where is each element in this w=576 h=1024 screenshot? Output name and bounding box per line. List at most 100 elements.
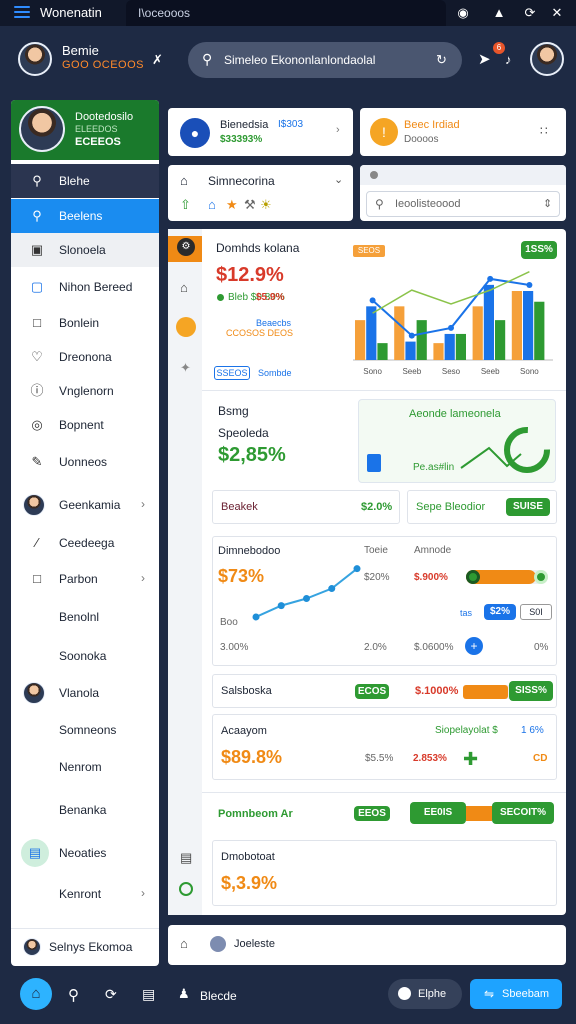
search-nav-icon[interactable]: ⚲ (68, 986, 79, 1004)
bar (472, 306, 483, 360)
trend-tag1-pill[interactable]: $2% (484, 604, 516, 620)
bulb-icon[interactable]: ☀ (260, 197, 272, 213)
goal-card[interactable]: Aeonde lameonela Pe.as#lin (358, 399, 556, 483)
doc-icon: ▢ (30, 279, 44, 294)
sidebar-item[interactable]: ◎ Bopnent (11, 408, 159, 442)
row2-label: Salsboska (221, 685, 272, 697)
sidebar-profile-card[interactable]: Dootedosilo ELEEDOS ECEEOS (11, 100, 159, 160)
alert-card[interactable]: ! Beec Irdiad Doooos ∷ (360, 108, 566, 156)
user-avatar[interactable] (18, 42, 52, 76)
row2-pill2[interactable]: SISS% (509, 681, 553, 701)
bar (523, 291, 534, 360)
row4-pill2[interactable]: EE0IS (410, 802, 466, 824)
calendar-icon[interactable]: ▤ (180, 850, 192, 866)
target-icon: ◎ (31, 417, 43, 432)
image-icon: ▣ (30, 242, 44, 257)
sidebar-item[interactable]: Soonoka (11, 639, 159, 673)
slider-handle-right[interactable] (534, 570, 548, 584)
sidebar-item[interactable]: ▣ Slonoela (11, 233, 159, 267)
sidebar-item-label: Benanka (59, 803, 107, 817)
row5-card[interactable]: Dmobotoat $,3.9% (212, 840, 557, 906)
plus-icon[interactable]: ✚ (463, 749, 478, 770)
row-card-right[interactable]: Sepe Bleodior SUISE (407, 490, 557, 524)
settings-icon[interactable]: ⚙ (177, 238, 195, 256)
sidebar-item[interactable]: ▢ Nihon Bereed (11, 270, 159, 304)
home-icon[interactable]: ▲ (490, 4, 508, 22)
sidebar-item[interactable]: Benanka (11, 793, 159, 827)
sidebar-item[interactable]: □ Parbon › (11, 562, 159, 596)
sidebar-item[interactable]: Benolnl (11, 600, 159, 634)
bell-icon[interactable]: ♪ (505, 52, 512, 67)
sidebar-item-label: Vlanola (59, 686, 100, 700)
overview-chip[interactable]: SSEOS (214, 366, 250, 380)
share-icon[interactable]: ➤ (478, 50, 491, 68)
bottom-button-2[interactable]: ⇋ Sbeebam (470, 979, 562, 1009)
refresh-icon[interactable]: ⟳ (521, 4, 539, 22)
dot-icon (370, 171, 378, 179)
sidebar-item[interactable]: Vlanola (11, 676, 159, 710)
sidebar-item[interactable]: ⚲ Blehe (11, 164, 159, 198)
status-icon[interactable] (179, 882, 193, 896)
home-icon-2[interactable]: ⌂ (208, 197, 216, 212)
trend-point (252, 613, 260, 621)
coin-icon[interactable] (176, 317, 196, 337)
lock-icon[interactable]: ◉ (454, 4, 472, 22)
line-point (526, 282, 533, 288)
row3-card[interactable]: Acaayom $89.8% $5.5% 2.853% Siopelayolat… (212, 714, 557, 780)
search-bar[interactable]: ⚲ Simeleo Ekononlanlondaolal ↻ (188, 42, 462, 78)
sidebar-item[interactable]: ∕ Ceedeega (11, 526, 159, 560)
upload-icon[interactable]: ⇧ (180, 197, 191, 213)
sidebar-item[interactable]: ⚲ Beelens (11, 199, 159, 233)
filter-card[interactable]: ⌂ Simnecorina ⌄ ⇧ ⌂ ★ ⚒ ☀ (168, 165, 353, 221)
row2-pill1[interactable]: ECOS (355, 684, 389, 699)
sidebar-item-label: Blehe (59, 174, 90, 188)
sidebar-item-label: Vnglenorn (59, 384, 114, 398)
trend-tag2-pill[interactable]: S0I (520, 604, 552, 620)
refresh-nav-icon[interactable]: ⟳ (105, 986, 117, 1003)
square-icon: □ (33, 571, 41, 586)
star-icon[interactable]: ★ (226, 197, 238, 213)
home-rail-icon[interactable]: ⌂ (180, 280, 188, 295)
bottom-button-2-label: Sbeebam (502, 988, 550, 1000)
trend-slider[interactable] (466, 570, 548, 584)
sidebar-item[interactable]: ♡ Dreonona (11, 340, 159, 374)
chevron-down-icon[interactable]: ⌄ (334, 173, 343, 186)
sidebar-item[interactable]: □ Bonlein (11, 306, 159, 340)
close-icon[interactable]: ✕ (548, 4, 566, 22)
sync-icon[interactable]: ↻ (436, 52, 447, 68)
sort-icon[interactable]: ⇕ (543, 197, 552, 210)
secondary-search-input[interactable]: ⚲ Ieoolisteoood ⇕ (366, 191, 560, 217)
person-nav-icon[interactable]: ♟ (178, 986, 190, 1002)
x-tick-label: Sono (520, 367, 539, 376)
row-card-left[interactable]: Beakek $2.0% (212, 490, 400, 524)
tool-icon[interactable]: ⚒ (244, 197, 256, 213)
sidebar-item[interactable]: Nenrom (11, 750, 159, 784)
doc-nav-icon[interactable]: ▤ (142, 986, 155, 1003)
add-icon[interactable]: + (465, 637, 483, 655)
pin-icon[interactable]: ✦ (180, 360, 191, 376)
menu-icon[interactable] (14, 6, 30, 18)
sidebar-item[interactable]: Geenkamia › (11, 488, 159, 522)
grid-icon[interactable]: ∷ (540, 124, 548, 138)
sidebar-item[interactable]: Somneons (11, 713, 159, 747)
trend-low-label: Boo (220, 617, 238, 628)
slider-handle-left[interactable] (466, 570, 480, 584)
sidebar-item[interactable]: ▤ Neoaties (11, 836, 159, 870)
bottom-label: Blecde (200, 989, 237, 1003)
sidebar-item[interactable]: ⓘ Vnglenorn (11, 374, 159, 408)
profile-avatar[interactable] (530, 42, 564, 76)
home-nav-icon[interactable]: ⌂ (20, 978, 52, 1010)
row2-card[interactable]: Salsboska ECOS $.1000% SISS% (212, 674, 557, 708)
row4-pill3[interactable]: SECOIT% (492, 802, 554, 824)
overview-badge[interactable]: 1SS% (521, 241, 557, 259)
sidebar-item[interactable]: Kenront › (11, 877, 159, 911)
footer-card[interactable]: ⌂ Joeleste (168, 925, 566, 965)
account-card[interactable]: ● Bienedsia I$303 $33393% › (168, 108, 353, 156)
bottom-button-1[interactable]: Elphe (388, 979, 462, 1009)
chevron-right-icon: › (141, 497, 145, 511)
mute-icon[interactable]: ✗ (152, 52, 163, 68)
row1-right-pill[interactable]: SUISE (506, 498, 550, 516)
sidebar-item[interactable]: ✎ Uonneos (11, 445, 159, 479)
sidebar-footer[interactable]: Selnys Ekomoa (11, 928, 159, 966)
row4-pill1[interactable]: EEOS (354, 806, 390, 821)
